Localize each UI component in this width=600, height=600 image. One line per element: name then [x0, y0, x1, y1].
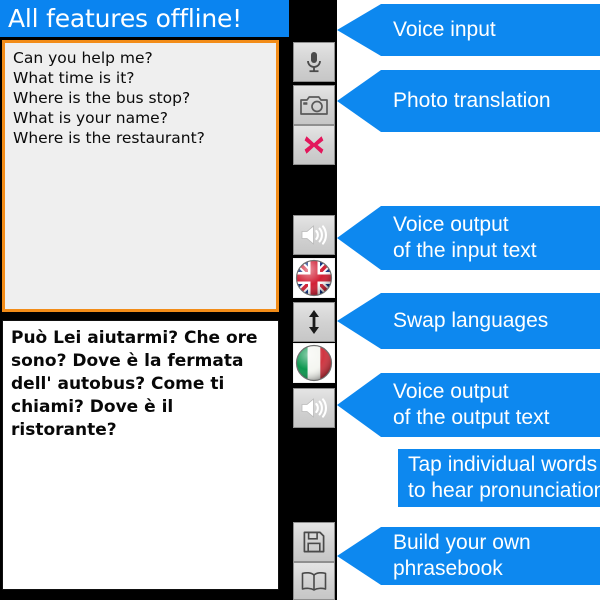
floppy-disk-icon [303, 531, 325, 553]
uk-flag-icon [295, 259, 333, 297]
swap-arrows-icon [309, 310, 319, 334]
page-title: All features offline! [8, 4, 243, 33]
app-header: All features offline! [0, 0, 337, 37]
source-text-input[interactable]: Can you help me? What time is it? Where … [2, 40, 279, 312]
clear-button[interactable] [293, 125, 335, 165]
translated-text-output[interactable]: Può Lei aiutarmi? Che ore sono? Dove è l… [2, 320, 279, 590]
callout-line: Swap languages [393, 309, 549, 332]
callout-voice-input: Voice input [337, 4, 600, 56]
speak-input-button[interactable] [293, 215, 335, 255]
microphone-button[interactable] [293, 42, 335, 82]
callout-line: Tap individual words [408, 453, 598, 476]
callout-swap-languages: Swap languages [337, 293, 600, 349]
callout-phrasebook: Build your own phrasebook [337, 527, 600, 585]
book-icon [301, 571, 327, 591]
input-line: Can you help me? [13, 49, 153, 67]
phone-screen: All features offline! Can you help me? W… [0, 0, 337, 600]
translated-text: Può Lei aiutarmi? Che ore sono? Dove è l… [11, 328, 258, 440]
save-phrase-button[interactable] [293, 522, 335, 562]
callout-line: Voice input [393, 18, 496, 41]
source-language-button[interactable] [293, 258, 335, 298]
italy-flag-icon [295, 344, 333, 382]
app-screenshot: All features offline! Can you help me? W… [0, 0, 600, 600]
input-line: Where is the bus stop? [13, 89, 191, 107]
toolbar-rail [289, 0, 337, 600]
phrasebook-button[interactable] [293, 562, 335, 600]
input-line: What time is it? [13, 69, 135, 87]
callout-line: Build your own [393, 531, 531, 554]
callout-line: Voice output [393, 213, 509, 236]
callout-tap-words: Tap individual words to hear pronunciati… [398, 449, 600, 507]
camera-button[interactable] [293, 85, 335, 125]
camera-icon [300, 95, 328, 115]
speak-output-button[interactable] [293, 388, 335, 428]
callout-line: phrasebook [393, 557, 503, 580]
callout-voice-output-output: Voice output of the output text [337, 373, 600, 437]
callout-voice-output-input: Voice output of the input text [337, 206, 600, 270]
speaker-icon [301, 225, 327, 245]
red-x-icon [304, 136, 324, 154]
callout-line: to hear pronunciation [408, 479, 600, 502]
speaker-icon [301, 398, 327, 418]
input-line: What is your name? [13, 109, 168, 127]
target-language-button[interactable] [293, 343, 335, 383]
callout-line: of the input text [393, 239, 537, 262]
callout-line: Voice output [393, 380, 509, 403]
input-line: Where is the restaurant? [13, 129, 205, 147]
callout-line: of the output text [393, 406, 550, 429]
callout-photo-translation: Photo translation [337, 70, 600, 132]
callout-line: Photo translation [393, 89, 551, 112]
microphone-icon [307, 52, 321, 73]
swap-languages-button[interactable] [293, 302, 335, 342]
